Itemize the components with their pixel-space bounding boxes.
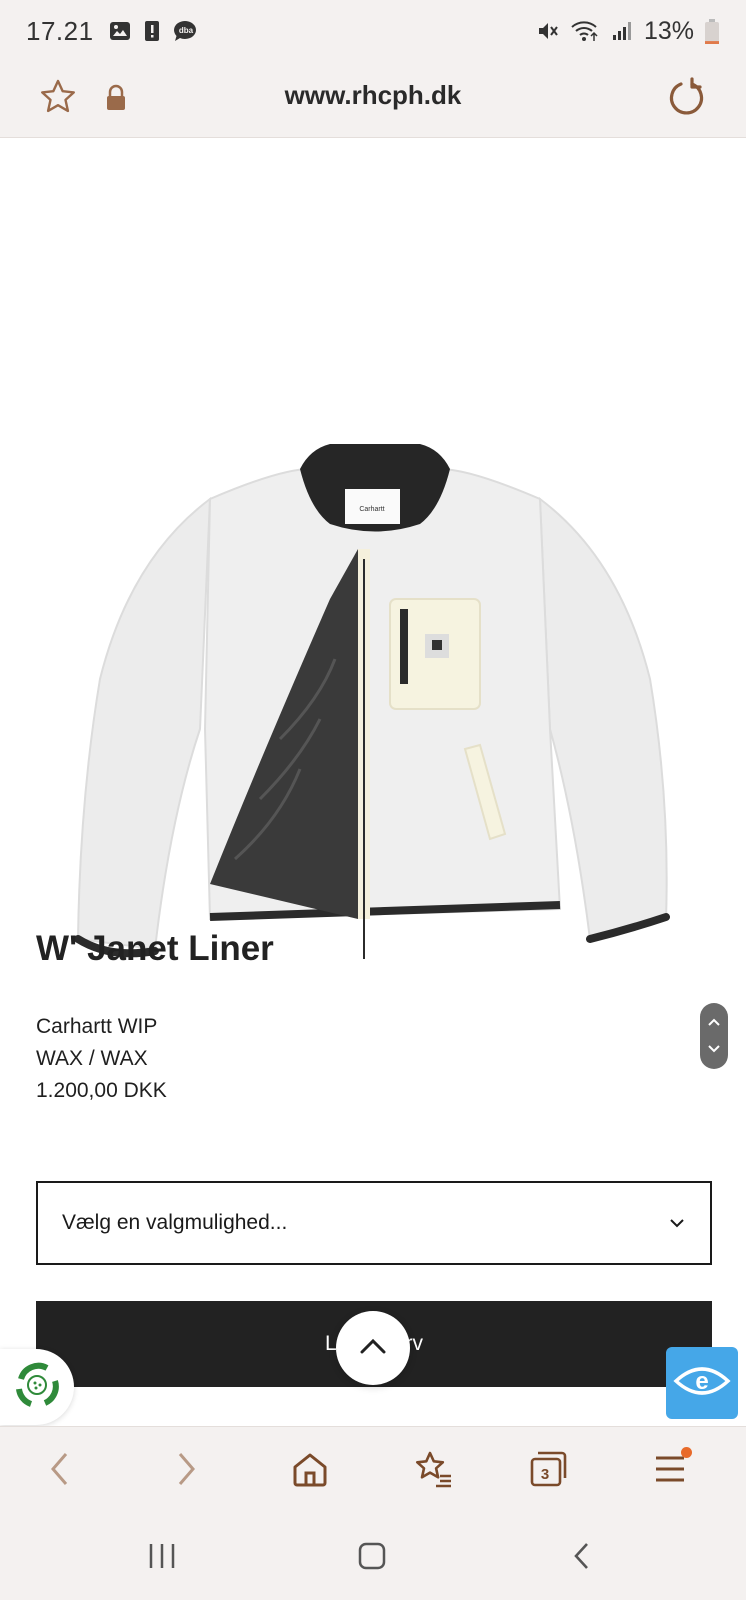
- home-icon: [291, 1451, 329, 1492]
- page-scroll-widget[interactable]: [700, 1003, 728, 1069]
- bookmark-star-list-icon: [414, 1450, 454, 1493]
- product-price: 1.200,00 DKK: [36, 1079, 167, 1102]
- dba-icon: dba: [172, 19, 200, 43]
- wifi-icon: [570, 19, 600, 43]
- notification-icons: dba: [108, 19, 200, 43]
- reload-icon[interactable]: [666, 76, 708, 118]
- system-status: 13%: [536, 17, 720, 46]
- signal-icon: [610, 19, 634, 43]
- svg-text:Carhartt: Carhartt: [359, 506, 384, 513]
- chevron-right-icon: [174, 1451, 198, 1492]
- chevron-up-icon: [358, 1336, 388, 1361]
- browser-url-bar: www.rhcph.dk: [0, 62, 746, 138]
- menu-button[interactable]: [644, 1445, 696, 1497]
- chevron-up-icon[interactable]: [707, 1014, 721, 1032]
- chevron-left-icon: [571, 1541, 593, 1576]
- recent-apps-button[interactable]: [140, 1536, 184, 1580]
- bookmarks-button[interactable]: [408, 1445, 460, 1497]
- hamburger-menu-icon: [653, 1454, 687, 1489]
- status-time: 17.21: [26, 15, 94, 46]
- chevron-down-icon[interactable]: [707, 1041, 721, 1059]
- product-meta: Carhartt WIP WAX / WAX 1.200,00 DKK: [36, 1011, 167, 1107]
- svg-text:e: e: [695, 1368, 708, 1395]
- recent-apps-icon: [147, 1542, 177, 1575]
- scroll-to-top-button[interactable]: [336, 1311, 410, 1385]
- accessibility-button[interactable]: e: [666, 1347, 738, 1419]
- recycle-icon: [11, 1359, 63, 1416]
- back-nav-button[interactable]: [560, 1536, 604, 1580]
- back-button[interactable]: [34, 1445, 86, 1497]
- product-color: WAX / WAX: [36, 1047, 148, 1070]
- status-bar: 17.21 dba 13%: [0, 0, 746, 62]
- eye-icon: e: [672, 1361, 732, 1406]
- browser-toolbar: 3: [0, 1426, 746, 1516]
- notification-dot: [681, 1447, 692, 1458]
- tab-count: 3: [540, 1465, 550, 1483]
- variant-select-value: Vælg en valgmulighed...: [62, 1211, 288, 1234]
- chevron-down-icon: [668, 1214, 686, 1232]
- system-nav-bar: [0, 1516, 746, 1600]
- home-square-icon: [357, 1541, 387, 1576]
- home-nav-button[interactable]: [350, 1536, 394, 1580]
- url-text[interactable]: www.rhcph.dk: [0, 80, 746, 111]
- product-brand[interactable]: Carhartt WIP: [36, 1011, 167, 1043]
- svg-text:dba: dba: [178, 26, 193, 35]
- page-content: Carhartt W' Janet Liner Carhartt WIP WAX…: [0, 139, 746, 1426]
- product-title: W' Janet Liner: [36, 929, 274, 968]
- eco-badge[interactable]: [0, 1349, 74, 1425]
- product-image[interactable]: Carhartt: [60, 299, 690, 969]
- battery-icon: [704, 19, 720, 44]
- variant-select[interactable]: Vælg en valgmulighed...: [36, 1181, 712, 1265]
- chevron-left-icon: [48, 1451, 72, 1492]
- image-icon: [108, 19, 132, 43]
- battery-percent: 13%: [643, 16, 694, 45]
- forward-button[interactable]: [160, 1445, 212, 1497]
- home-button[interactable]: [284, 1445, 336, 1497]
- mute-icon: [536, 19, 560, 43]
- alert-icon: [140, 19, 164, 43]
- tabs-button[interactable]: 3: [522, 1445, 574, 1497]
